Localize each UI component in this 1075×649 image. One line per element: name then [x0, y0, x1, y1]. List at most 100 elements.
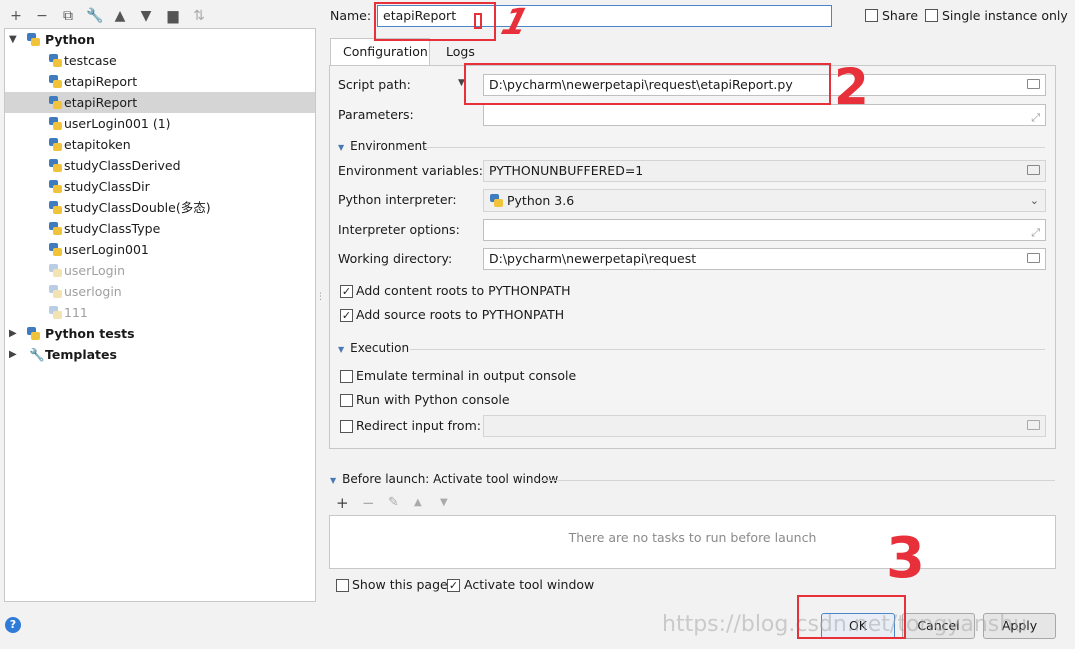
python-file-icon: [49, 201, 62, 214]
add-content-roots-label: Add content roots to PYTHONPATH: [356, 283, 571, 298]
working-directory-input[interactable]: D:\pycharm\newerpetapi\request: [483, 248, 1046, 270]
tree-node-python[interactable]: ▼ Python: [5, 29, 315, 50]
emulate-terminal-label: Emulate terminal in output console: [356, 368, 577, 383]
tree-item[interactable]: studyClassType: [5, 218, 315, 239]
remove-task-icon[interactable]: −: [362, 494, 375, 512]
section-collapse-icon: ▼: [330, 476, 337, 485]
single-instance-checkbox[interactable]: [925, 9, 938, 22]
add-source-roots-checkbox[interactable]: ✓: [340, 309, 353, 322]
tree-node-templates[interactable]: ▶ 🔧 Templates: [5, 344, 315, 365]
share-checkbox[interactable]: [865, 9, 878, 22]
python-file-icon: [49, 264, 62, 277]
python-tests-icon: [27, 327, 40, 340]
divider: [540, 480, 1055, 481]
folder-icon[interactable]: [1027, 420, 1040, 430]
tree-item-label: userLogin001 (1): [64, 116, 171, 131]
chevron-down-icon[interactable]: ⌄: [1030, 191, 1039, 211]
parameters-label: Parameters:: [338, 107, 414, 122]
expand-icon[interactable]: ⤢: [1031, 108, 1040, 125]
tree-item-label: userlogin: [64, 284, 122, 299]
tab-configuration-label: Configuration: [343, 44, 428, 59]
tab-configuration[interactable]: Configuration: [330, 38, 430, 66]
chevron-right-icon[interactable]: ▶: [9, 323, 17, 344]
python-interpreter-select[interactable]: Python 3.6 ⌄: [483, 189, 1046, 212]
before-launch-section[interactable]: ▼ Before launch: Activate tool window: [330, 472, 558, 486]
tree-item[interactable]: etapiReport: [5, 71, 315, 92]
folder-add-icon[interactable]: ▆: [165, 8, 181, 24]
parameters-input[interactable]: ⤢: [483, 104, 1046, 126]
splitter-handle[interactable]: ⋮: [316, 292, 325, 302]
tab-logs-label: Logs: [446, 44, 475, 59]
tree-item-label: etapiReport: [64, 74, 138, 89]
add-source-roots-label: Add source roots to PYTHONPATH: [356, 307, 565, 322]
python-file-icon: [49, 159, 62, 172]
annotation-number-3: 3: [886, 526, 925, 591]
arrow-up-icon[interactable]: ▲: [112, 8, 128, 24]
arrow-down-icon[interactable]: ▼: [440, 497, 448, 508]
redirect-input-field[interactable]: [483, 415, 1046, 437]
help-icon[interactable]: ?: [5, 617, 21, 633]
before-launch-task-list: There are no tasks to run before launch: [329, 515, 1056, 569]
folder-icon[interactable]: [1027, 165, 1040, 175]
section-collapse-icon: ▼: [338, 345, 345, 354]
python-icon: [27, 33, 40, 46]
tree-item[interactable]: userlogin: [5, 281, 315, 302]
remove-icon[interactable]: −: [34, 8, 50, 24]
before-launch-label: Before launch: Activate tool window: [342, 472, 559, 486]
python-file-icon: [49, 117, 62, 130]
tree-item-label: etapitoken: [64, 137, 131, 152]
tree-item-label: etapiReport: [64, 95, 138, 110]
tree-item[interactable]: testcase: [5, 50, 315, 71]
add-icon[interactable]: +: [8, 8, 24, 24]
activate-tool-window-label: Activate tool window: [464, 577, 595, 592]
tree-item-label: 111: [64, 305, 88, 320]
python-file-icon: [49, 243, 62, 256]
tree-item[interactable]: 111: [5, 302, 315, 323]
folder-icon[interactable]: [1027, 79, 1040, 89]
expand-icon[interactable]: ⤢: [1031, 223, 1040, 240]
divider: [410, 349, 1045, 350]
tree-item[interactable]: studyClassDouble(多态): [5, 197, 315, 218]
env-vars-label: Environment variables:: [338, 163, 483, 178]
emulate-terminal-checkbox[interactable]: [340, 370, 353, 383]
name-label: Name:: [330, 8, 372, 23]
tree-item-label: userLogin: [64, 263, 125, 278]
run-python-console-label: Run with Python console: [356, 392, 510, 407]
chevron-down-icon[interactable]: ▼: [9, 29, 17, 50]
tree-item[interactable]: userLogin: [5, 260, 315, 281]
no-tasks-text: There are no tasks to run before launch: [568, 530, 817, 545]
copy-icon[interactable]: ⧉: [60, 8, 76, 24]
tree-item[interactable]: studyClassDir: [5, 176, 315, 197]
tree-node-python-tests[interactable]: ▶ Python tests: [5, 323, 315, 344]
tree-node-label: Python: [45, 32, 95, 47]
python-file-icon: [49, 138, 62, 151]
tree-item[interactable]: userLogin001: [5, 239, 315, 260]
chevron-right-icon[interactable]: ▶: [9, 344, 17, 365]
add-task-icon[interactable]: +: [336, 494, 349, 512]
annotation-box-script-path: [464, 63, 831, 105]
tree-item-label: studyClassType: [64, 221, 161, 236]
working-directory-value: D:\pycharm\newerpetapi\request: [489, 251, 697, 266]
activate-tool-window-checkbox[interactable]: ✓: [447, 579, 460, 592]
wrench-icon[interactable]: 🔧: [86, 8, 103, 24]
interpreter-options-input[interactable]: ⤢: [483, 219, 1046, 241]
arrow-down-icon[interactable]: ▼: [138, 8, 154, 24]
annotation-box-ok: [797, 595, 906, 639]
add-content-roots-checkbox[interactable]: ✓: [340, 285, 353, 298]
tree-item[interactable]: studyClassDerived: [5, 155, 315, 176]
edit-task-icon[interactable]: ✎: [388, 495, 399, 510]
redirect-input-checkbox[interactable]: [340, 420, 353, 433]
tree-item[interactable]: etapitoken: [5, 134, 315, 155]
show-page-checkbox[interactable]: [336, 579, 349, 592]
execution-section[interactable]: ▼ Execution: [338, 341, 409, 355]
sort-icon[interactable]: ⇅: [191, 8, 207, 24]
tab-logs[interactable]: Logs: [432, 38, 492, 64]
tree-item[interactable]: etapiReport: [5, 92, 315, 113]
env-vars-input[interactable]: PYTHONUNBUFFERED=1: [483, 160, 1046, 182]
run-python-console-checkbox[interactable]: [340, 394, 353, 407]
execution-section-label: Execution: [350, 341, 410, 355]
environment-section[interactable]: ▼ Environment: [338, 139, 427, 153]
tree-item[interactable]: userLogin001 (1): [5, 113, 315, 134]
arrow-up-icon[interactable]: ▲: [414, 497, 422, 508]
folder-icon[interactable]: [1027, 253, 1040, 263]
